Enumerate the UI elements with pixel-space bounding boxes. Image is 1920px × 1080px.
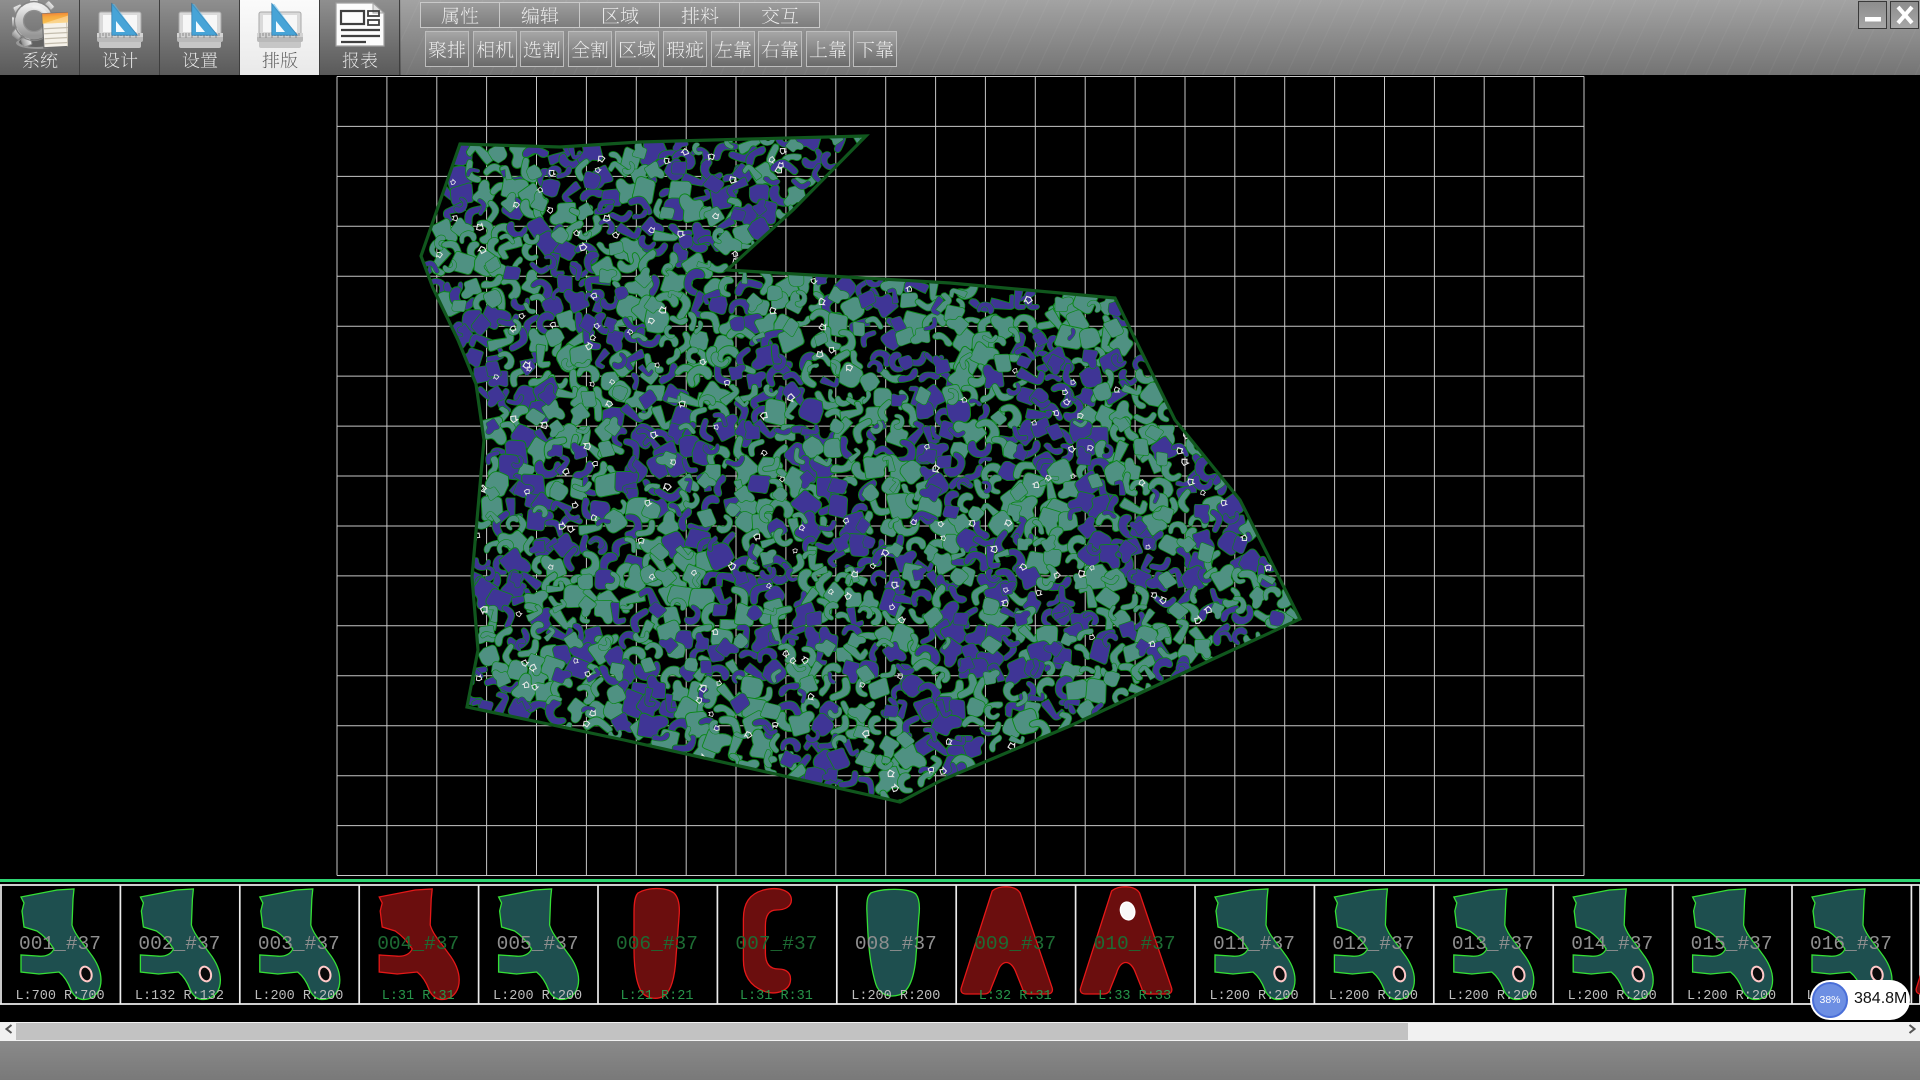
svg-text:L:200 R:200: L:200 R:200	[1209, 989, 1298, 1004]
svg-text:L:200 R:200: L:200 R:200	[1687, 989, 1776, 1004]
svg-text:014_#37: 014_#37	[1571, 933, 1653, 955]
svg-text:L:132 R:132: L:132 R:132	[135, 989, 224, 1004]
svg-text:L:700 R:700: L:700 R:700	[15, 989, 104, 1004]
svg-text:007_#37: 007_#37	[735, 933, 817, 955]
svg-text:010_#37: 010_#37	[1094, 933, 1176, 955]
svg-text:L:200 R:200: L:200 R:200	[1568, 989, 1657, 1004]
svg-text:L:200 R:200: L:200 R:200	[851, 989, 940, 1004]
svg-text:012_#37: 012_#37	[1332, 933, 1414, 955]
svg-text:L:200 R:200: L:200 R:200	[1448, 989, 1537, 1004]
svg-text:L:33 R:33: L:33 R:33	[1098, 989, 1171, 1004]
svg-text:015_#37: 015_#37	[1691, 933, 1773, 955]
svg-text:L:31 R:31: L:31 R:31	[740, 989, 813, 1004]
svg-text:013_#37: 013_#37	[1452, 933, 1534, 955]
svg-text:006_#37: 006_#37	[616, 933, 698, 955]
svg-text:L:32 R:31: L:32 R:31	[979, 989, 1052, 1004]
svg-text:L:200 R:200: L:200 R:200	[493, 989, 582, 1004]
svg-text:L:31 R:31: L:31 R:31	[382, 989, 455, 1004]
svg-text:002_#37: 002_#37	[138, 933, 220, 955]
svg-text:011_#37: 011_#37	[1213, 933, 1295, 955]
svg-text:008_#37: 008_#37	[855, 933, 937, 955]
svg-text:L:200 R:200: L:200 R:200	[254, 989, 343, 1004]
svg-text:004_#37: 004_#37	[377, 933, 459, 955]
svg-text:005_#37: 005_#37	[497, 933, 579, 955]
svg-text:L:21 R:21: L:21 R:21	[621, 989, 694, 1004]
svg-text:001_#37: 001_#37	[19, 933, 101, 955]
svg-text:003_#37: 003_#37	[258, 933, 340, 955]
svg-text:L:200 R:200: L:200 R:200	[1329, 989, 1418, 1004]
svg-text:009_#37: 009_#37	[974, 933, 1056, 955]
svg-text:016_#37: 016_#37	[1810, 933, 1892, 955]
